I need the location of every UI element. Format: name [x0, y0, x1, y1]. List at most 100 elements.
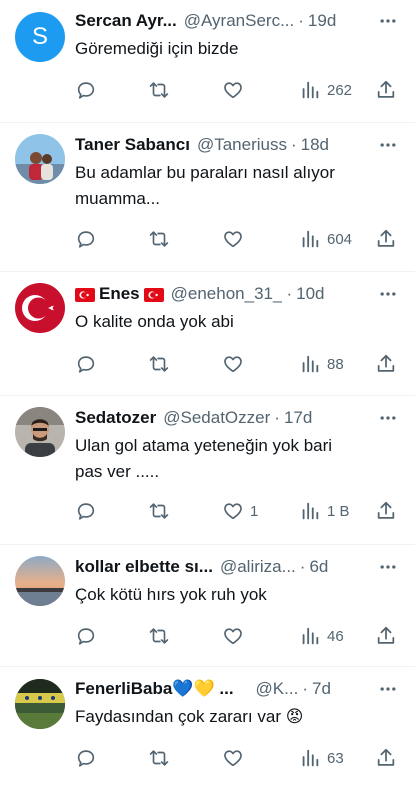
like-button[interactable]	[222, 78, 250, 102]
share-icon	[375, 353, 397, 375]
view-count: 604	[327, 230, 353, 248]
retweet-icon	[148, 228, 170, 250]
heart-icon	[222, 79, 244, 101]
tweet[interactable]: Enes @enehon_31_ · 10d O kalite onda yok…	[0, 272, 415, 396]
user-handle[interactable]: @alirizа...	[220, 557, 296, 577]
views-button[interactable]: 46	[299, 624, 344, 648]
share-button[interactable]	[375, 499, 397, 523]
share-button[interactable]	[375, 352, 397, 376]
avatar[interactable]	[15, 283, 65, 333]
retweet-button[interactable]	[148, 227, 170, 251]
tweet[interactable]: Taner Sabancı @Taneriuss · 18d Bu adamla…	[0, 123, 415, 272]
timestamp[interactable]: 19d	[308, 11, 336, 31]
reply-button[interactable]	[75, 352, 97, 376]
retweet-button[interactable]	[148, 746, 170, 770]
like-button[interactable]: 1	[222, 499, 258, 523]
user-handle[interactable]: @K...	[256, 679, 299, 699]
like-button[interactable]	[222, 624, 250, 648]
more-icon[interactable]	[375, 556, 401, 578]
timestamp[interactable]: 18d	[301, 135, 329, 155]
heart-icon	[222, 228, 244, 250]
share-button[interactable]	[375, 227, 397, 251]
reply-button[interactable]	[75, 746, 97, 770]
tweet-text: Ulan gol atama yeteneğin yok bari pas ve…	[75, 436, 333, 481]
user-handle[interactable]: @Taneriuss	[197, 135, 287, 155]
retweet-button[interactable]	[148, 499, 170, 523]
retweet-icon	[148, 79, 170, 101]
reply-button[interactable]	[75, 624, 97, 648]
views-button[interactable]: 262	[299, 78, 352, 102]
like-button[interactable]	[222, 227, 250, 251]
views-button[interactable]: 88	[299, 352, 344, 376]
like-button[interactable]	[222, 746, 250, 770]
display-name[interactable]: Sercan Ayr...	[75, 11, 177, 31]
more-icon[interactable]	[375, 134, 401, 156]
share-icon	[375, 747, 397, 769]
retweet-icon	[148, 500, 170, 522]
tweet-text: O kalite onda yok abi	[75, 312, 234, 331]
display-name[interactable]: FenerliBaba💙💛 ...	[75, 679, 234, 699]
avatar[interactable]	[15, 556, 65, 606]
timestamp[interactable]: 6d	[309, 557, 328, 577]
separator-dot: ·	[290, 135, 297, 154]
tweet[interactable]: FenerliBaba💙💛 ... @K... · 7d Faydasından…	[0, 667, 415, 791]
user-handle[interactable]: @enehon_31_	[171, 284, 283, 304]
reply-feed: S Sercan Ayr... @AyranSerc... · 19d Göre…	[0, 0, 415, 791]
heart-icon	[222, 747, 244, 769]
reply-button[interactable]	[75, 227, 97, 251]
tweet-text: Çok kötü hırs yok ruh yok	[75, 585, 267, 604]
avatar[interactable]: S	[15, 12, 65, 62]
view-count: 1 B	[327, 502, 350, 520]
user-handle[interactable]: @SedatOzzer	[163, 408, 270, 428]
retweet-button[interactable]	[148, 78, 170, 102]
heart-icon	[222, 353, 244, 375]
display-name[interactable]: Taner Sabancı	[75, 135, 190, 155]
retweet-button[interactable]	[148, 352, 170, 376]
more-icon[interactable]	[375, 10, 401, 32]
separator-dot: ·	[299, 557, 306, 576]
views-icon	[299, 625, 321, 647]
avatar[interactable]	[15, 679, 65, 729]
reply-button[interactable]	[75, 499, 97, 523]
timestamp[interactable]: 17d	[284, 408, 312, 428]
separator-dot: ·	[274, 408, 280, 427]
views-icon	[299, 228, 321, 250]
share-icon	[375, 500, 397, 522]
display-name[interactable]: Enes	[99, 284, 140, 304]
reply-icon	[75, 228, 97, 250]
reply-icon	[75, 625, 97, 647]
separator-dot: ·	[298, 11, 304, 30]
retweet-button[interactable]	[148, 624, 170, 648]
tweet[interactable]: kollar elbette sı... @alirizа... · 6d Ço…	[0, 545, 415, 667]
turkey-flag-icon	[143, 287, 164, 302]
tweet-text: Bu adamlar bu paraları nasıl alıyor muam…	[75, 163, 335, 208]
more-icon[interactable]	[375, 283, 401, 305]
more-icon[interactable]	[375, 407, 401, 429]
share-button[interactable]	[375, 746, 397, 770]
like-count: 1	[250, 502, 259, 520]
more-icon[interactable]	[375, 678, 401, 700]
views-button[interactable]: 63	[299, 746, 344, 770]
tweet[interactable]: S Sercan Ayr... @AyranSerc... · 19d Göre…	[0, 0, 415, 123]
avatar[interactable]	[15, 134, 65, 184]
display-name[interactable]: kollar elbette sı...	[75, 557, 213, 577]
like-button[interactable]	[222, 352, 250, 376]
timestamp[interactable]: 7d	[312, 679, 331, 699]
tweet-text: Göremediği için bizde	[75, 39, 239, 58]
share-icon	[375, 79, 397, 101]
tweet[interactable]: Sedatozer @SedatOzzer · 17d Ulan gol ata…	[0, 396, 415, 545]
retweet-icon	[148, 353, 170, 375]
share-button[interactable]	[375, 624, 397, 648]
views-button[interactable]: 1 B	[299, 499, 350, 523]
views-button[interactable]: 604	[299, 227, 352, 251]
avatar[interactable]	[15, 407, 65, 457]
heart-icon	[222, 500, 244, 522]
timestamp[interactable]: 10d	[296, 284, 324, 304]
retweet-icon	[148, 747, 170, 769]
reply-button[interactable]	[75, 78, 97, 102]
display-name[interactable]: Sedatozer	[75, 408, 156, 428]
user-handle[interactable]: @AyranSerc...	[184, 11, 294, 31]
view-count: 46	[327, 627, 344, 645]
share-button[interactable]	[375, 78, 397, 102]
share-icon	[375, 625, 397, 647]
